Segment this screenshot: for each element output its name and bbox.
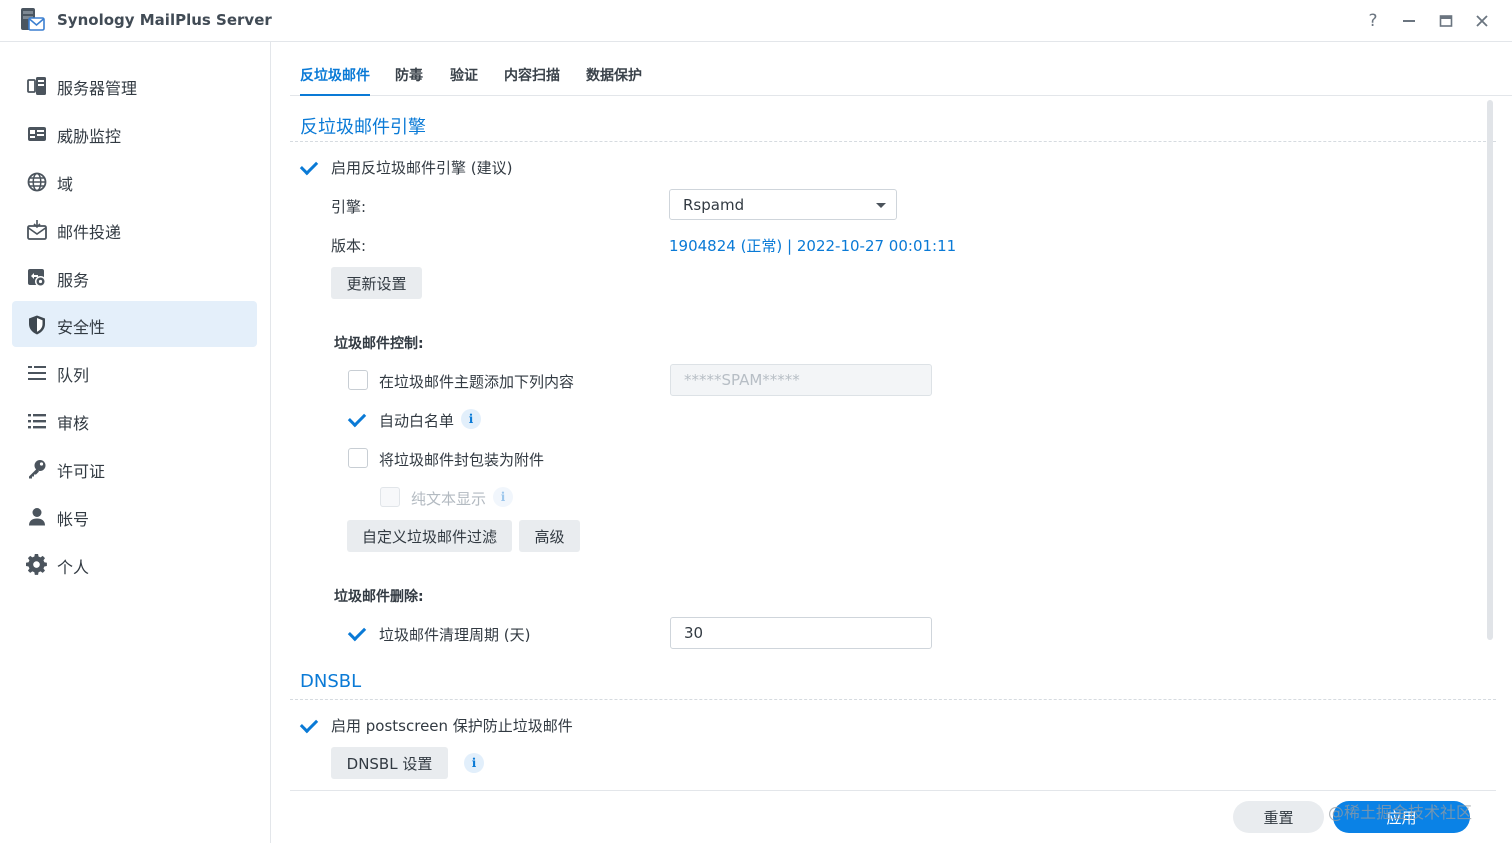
threat-monitor-icon [28,127,46,141]
maximize-icon[interactable] [1433,8,1459,34]
sidebar-item-label: 安全性 [57,318,106,337]
info-icon[interactable]: i [493,487,513,507]
sidebar-item-security[interactable]: 安全性 [12,301,257,347]
plaintext-label: 纯文本显示 [411,490,487,508]
minimize-icon[interactable] [1396,8,1422,34]
queue-icon [28,366,46,380]
sidebar-item-label: 许可证 [57,462,106,481]
subject-tag-checkbox[interactable] [348,370,368,390]
wrap-attachment-label: 将垃圾邮件封包装为附件 [379,451,545,469]
tab-data-protection[interactable]: 数据保护 [586,65,642,85]
mailplus-logo-icon [21,8,45,31]
advanced-button[interactable]: 高级 [519,520,580,552]
gear-icon [26,554,47,575]
version-label: 版本: [331,237,367,255]
sidebar-item-label: 域 [57,175,74,194]
sidebar-item-label: 队列 [57,366,90,385]
mailplus-window: Synology MailPlus Server ? 服务器管理 威胁监控 域 … [0,0,1512,843]
sidebar-item-threat-monitor[interactable]: 威胁监控 [12,110,257,156]
close-icon[interactable] [1469,8,1495,34]
engine-select[interactable]: Rspamd [669,189,897,220]
cleanup-period-input[interactable]: 30 [670,617,932,649]
service-icon [28,269,46,287]
sidebar-item-account[interactable]: 帐号 [12,493,257,539]
globe-icon [27,172,47,192]
auto-whitelist-checkbox[interactable] [348,409,368,429]
sidebar-item-queue[interactable]: 队列 [12,349,257,395]
sidebar-item-domain[interactable]: 域 [12,158,257,204]
subject-tag-input[interactable]: *****SPAM***** [670,364,932,396]
engine-select-value: Rspamd [683,196,745,214]
mail-delivery-icon [27,220,47,240]
sidebar-item-license[interactable]: 许可证 [12,445,257,491]
tab-antispam[interactable]: 反垃圾邮件 [300,65,370,96]
dnsbl-section-title: DNSBL [300,671,362,692]
sidebar-item-mail-delivery[interactable]: 邮件投递 [12,206,257,252]
enable-antispam-label: 启用反垃圾邮件引擎 (建议) [331,159,513,177]
tab-authentication[interactable]: 验证 [450,65,478,85]
sidebar-item-service[interactable]: 服务 [12,254,257,300]
update-settings-button[interactable]: 更新设置 [331,267,422,299]
auto-whitelist-label: 自动白名单 [379,412,455,430]
sidebar-item-label: 审核 [57,414,90,433]
sidebar-item-audit[interactable]: 审核 [12,397,257,443]
enable-antispam-checkbox[interactable] [300,157,320,177]
enable-postscreen-label: 启用 postscreen 保护防止垃圾邮件 [331,717,573,735]
audit-list-icon [28,414,46,429]
tab-content-scan[interactable]: 内容扫描 [504,65,560,85]
app-title: Synology MailPlus Server [57,11,272,29]
shield-icon [29,315,45,335]
tab-bar: 反垃圾邮件 防毒 验证 内容扫描 数据保护 [290,42,1512,96]
enable-postscreen-checkbox[interactable] [300,715,320,735]
footer-divider [290,790,1496,791]
wrap-attachment-checkbox[interactable] [348,448,368,468]
help-icon[interactable]: ? [1360,8,1386,34]
info-icon[interactable]: i [464,753,484,773]
sidebar-item-label: 邮件投递 [57,223,122,242]
spam-delete-title: 垃圾邮件删除: [334,589,424,605]
section-divider [290,699,1496,700]
sidebar-item-label: 服务器管理 [57,79,138,98]
caret-down-icon [876,203,886,208]
reset-button[interactable]: 重置 [1233,801,1324,833]
subject-tag-label: 在垃圾邮件主题添加下列内容 [379,373,575,391]
sidebar: 服务器管理 威胁监控 域 邮件投递 服务 安全性 队列 审核 许可证 帐号 个人 [0,42,271,843]
cleanup-period-label: 垃圾邮件清理周期 (天) [379,626,531,644]
sidebar-item-label: 威胁监控 [57,127,122,146]
version-value: 1904824 (正常) | 2022-10-27 00:01:11 [669,237,957,255]
info-icon[interactable]: i [461,409,481,429]
watermark: @稀土掘金技术社区 [1328,803,1473,822]
key-icon [29,460,46,479]
user-icon [29,508,45,526]
sidebar-item-label: 服务 [57,271,90,290]
spam-control-title: 垃圾邮件控制: [334,336,424,352]
custom-filter-button[interactable]: 自定义垃圾邮件过滤 [347,520,512,552]
antispam-section-title: 反垃圾邮件引擎 [300,117,426,138]
dnsbl-settings-button[interactable]: DNSBL 设置 [331,747,448,779]
server-manage-icon [27,77,46,95]
sidebar-item-label: 帐号 [57,510,90,529]
plaintext-checkbox[interactable] [380,487,400,507]
sidebar-item-label: 个人 [57,558,90,577]
sidebar-item-server-management[interactable]: 服务器管理 [12,62,257,108]
cleanup-period-checkbox[interactable] [348,623,368,643]
section-divider [290,141,1496,142]
sidebar-item-personal[interactable]: 个人 [12,541,257,587]
tab-antivirus[interactable]: 防毒 [395,65,423,85]
title-bar: Synology MailPlus Server ? [0,0,1512,42]
scrollbar[interactable] [1487,100,1493,640]
engine-label: 引擎: [331,198,367,216]
